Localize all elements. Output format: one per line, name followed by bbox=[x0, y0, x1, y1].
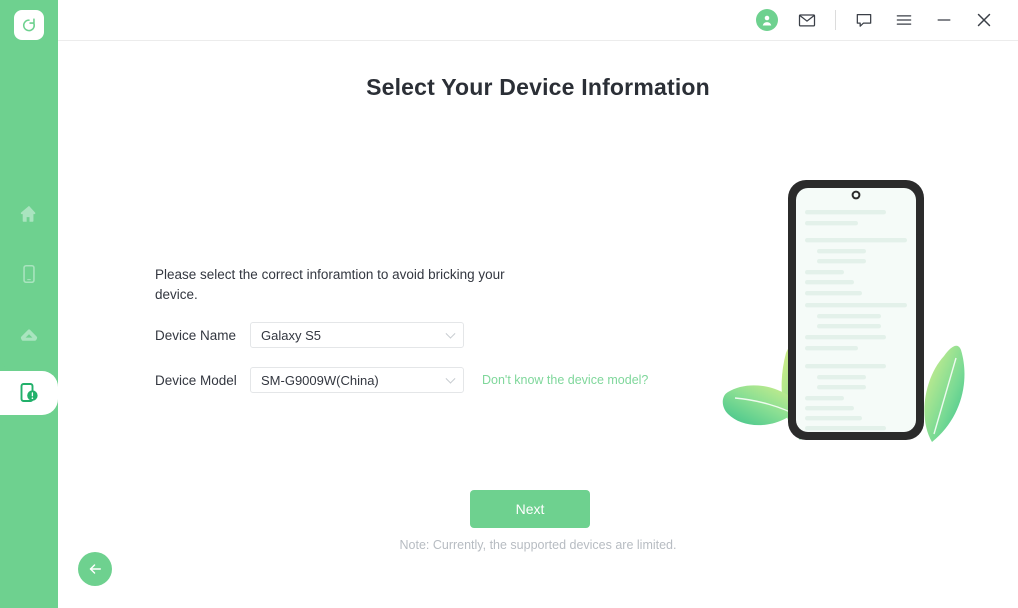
title-bar bbox=[58, 0, 1018, 41]
mail-icon bbox=[798, 14, 816, 27]
phone-icon bbox=[23, 264, 35, 284]
support-note: Note: Currently, the supported devices a… bbox=[399, 538, 677, 552]
device-name-value: Galaxy S5 bbox=[261, 327, 321, 343]
sidebar-item-cloud[interactable] bbox=[0, 312, 58, 356]
menu-button[interactable] bbox=[884, 0, 924, 40]
menu-icon bbox=[896, 15, 912, 25]
minimize-icon bbox=[937, 19, 951, 21]
page-title: Select Your Device Information bbox=[366, 74, 710, 100]
cloud-upload-icon bbox=[20, 329, 38, 341]
sidebar-item-device[interactable] bbox=[0, 252, 58, 296]
device-model-help-link[interactable]: Don't know the device model? bbox=[482, 373, 648, 387]
mail-button[interactable] bbox=[787, 0, 827, 40]
device-model-select[interactable]: SM-G9009W(China) bbox=[250, 367, 464, 393]
sidebar-item-home[interactable] bbox=[0, 192, 58, 236]
app-logo bbox=[14, 10, 44, 40]
device-name-select[interactable]: Galaxy S5 bbox=[250, 322, 464, 348]
sidebar-item-system-repair[interactable] bbox=[0, 355, 58, 431]
minimize-button[interactable] bbox=[924, 0, 964, 40]
phone-device bbox=[788, 180, 924, 440]
sidebar bbox=[0, 0, 58, 608]
feedback-icon bbox=[856, 13, 872, 27]
intro-text: Please select the correct inforamtion to… bbox=[155, 267, 505, 302]
device-model-value: SM-G9009W(China) bbox=[261, 372, 379, 388]
device-illustration bbox=[718, 168, 980, 458]
close-icon bbox=[977, 13, 991, 27]
leaf-right bbox=[924, 345, 965, 442]
sidebar-active-tab bbox=[0, 371, 58, 415]
device-model-row: Device Model SM-G9009W(China) Don't know… bbox=[155, 367, 648, 393]
tab-corner-bottom bbox=[0, 415, 16, 431]
tab-corner-top bbox=[0, 355, 16, 371]
account-button[interactable] bbox=[747, 0, 787, 40]
toolbar-divider bbox=[835, 10, 836, 30]
home-icon bbox=[20, 205, 36, 222]
device-name-row: Device Name Galaxy S5 bbox=[155, 322, 464, 348]
app-window: Select Your Device Information Please se… bbox=[0, 0, 1018, 608]
back-button[interactable] bbox=[78, 552, 112, 586]
back-arrow-icon bbox=[89, 564, 101, 574]
feedback-button[interactable] bbox=[844, 0, 884, 40]
chevron-down-icon bbox=[445, 373, 456, 384]
user-avatar-icon bbox=[756, 9, 778, 31]
restore-logo-icon bbox=[23, 18, 35, 32]
close-button[interactable] bbox=[964, 0, 1004, 40]
device-model-label: Device Model bbox=[155, 372, 237, 388]
chevron-down-icon bbox=[445, 328, 456, 339]
device-name-label: Device Name bbox=[155, 327, 237, 343]
title-bar-actions bbox=[747, 0, 1004, 40]
next-button[interactable]: Next bbox=[470, 490, 590, 528]
phone-with-leaves-graphic bbox=[722, 180, 965, 442]
phone-repair-icon bbox=[20, 383, 38, 402]
